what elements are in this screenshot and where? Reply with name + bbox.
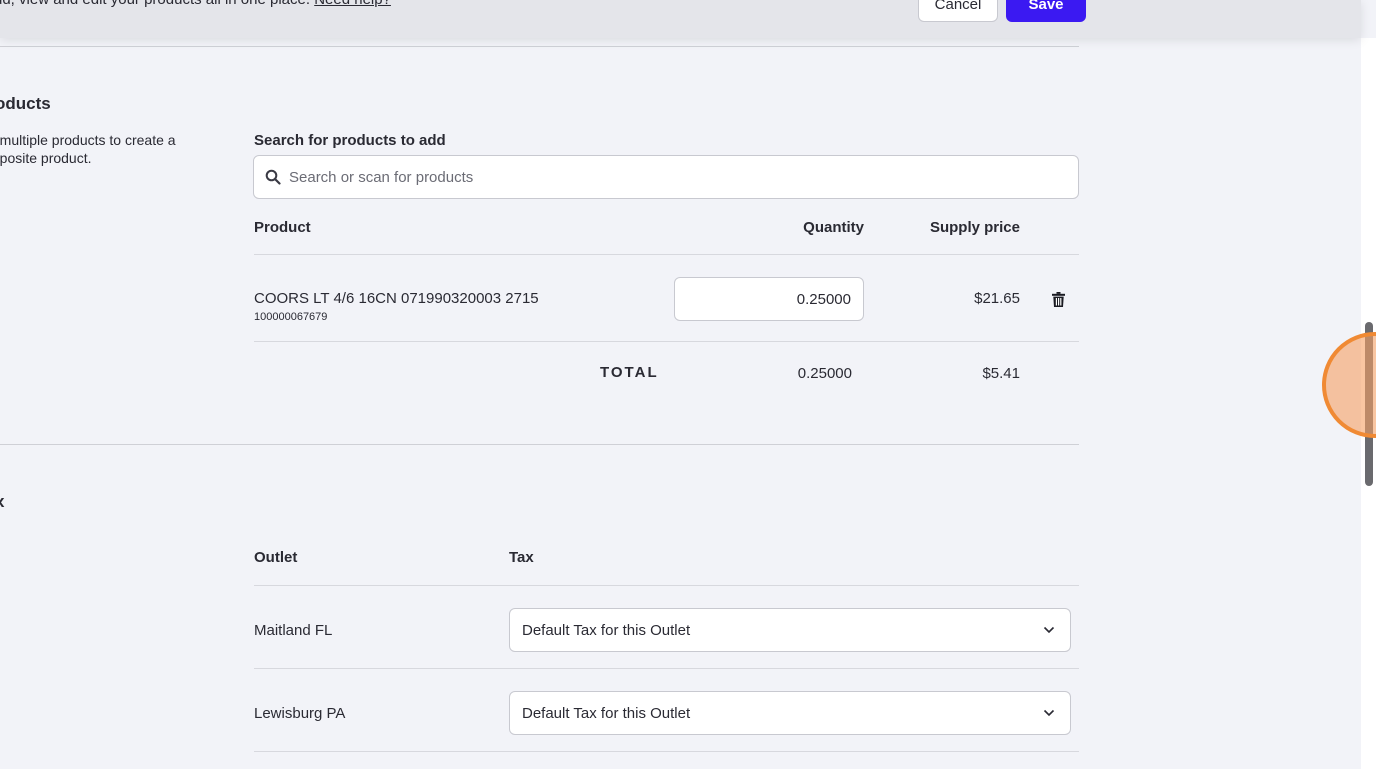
tax-select-value: Default Tax for this Outlet: [522, 705, 691, 722]
column-header-outlet: Outlet: [254, 549, 298, 566]
chevron-down-icon: [1043, 709, 1055, 717]
top-action-bar: dd, view and edit your products all in o…: [0, 0, 1361, 38]
tax-row-divider: [254, 751, 1079, 752]
cancel-button[interactable]: Cancel: [918, 0, 998, 22]
save-button[interactable]: Save: [1006, 0, 1086, 22]
tax-select-value: Default Tax for this Outlet: [522, 622, 691, 639]
section-divider: [0, 46, 1079, 47]
column-header-product: Product: [254, 219, 311, 236]
outlet-name: Maitland FL: [254, 622, 333, 639]
search-input[interactable]: [289, 156, 1069, 198]
search-icon: [265, 169, 281, 185]
tax-section-title: x: [0, 492, 4, 512]
products-section-title: oducts: [0, 94, 51, 113]
product-sku: 100000067679: [254, 311, 328, 323]
total-price: $5.41: [982, 365, 1020, 382]
products-section-description: d multiple products to create a mposite …: [0, 132, 176, 166]
tax-select[interactable]: Default Tax for this Outlet: [509, 608, 1071, 652]
supply-price: $21.65: [974, 290, 1020, 307]
cursor-highlight: [1322, 332, 1376, 438]
column-header-tax: Tax: [509, 549, 534, 566]
table-header-divider: [254, 254, 1079, 255]
tax-row-divider: [254, 668, 1079, 669]
column-header-quantity: Quantity: [803, 219, 864, 236]
outlet-name: Lewisburg PA: [254, 705, 346, 722]
search-label: Search for products to add: [254, 132, 446, 149]
product-name: COORS LT 4/6 16CN 071990320003 2715: [254, 290, 539, 307]
header-description-text: dd, view and edit your products all in o…: [0, 0, 310, 8]
table-row-divider: [254, 341, 1079, 342]
chevron-down-icon: [1043, 626, 1055, 634]
total-quantity: 0.25000: [797, 365, 852, 382]
product-search[interactable]: [253, 155, 1079, 199]
need-help-link[interactable]: Need help?: [314, 0, 391, 8]
trash-icon[interactable]: [1052, 292, 1065, 307]
section-divider: [0, 444, 1079, 445]
tax-select[interactable]: Default Tax for this Outlet: [509, 691, 1071, 735]
total-label: TOTAL: [600, 364, 659, 381]
column-header-supply-price: Supply price: [929, 219, 1020, 236]
quantity-input[interactable]: [674, 277, 864, 321]
tax-header-divider: [254, 585, 1079, 586]
header-description: dd, view and edit your products all in o…: [0, 0, 391, 8]
